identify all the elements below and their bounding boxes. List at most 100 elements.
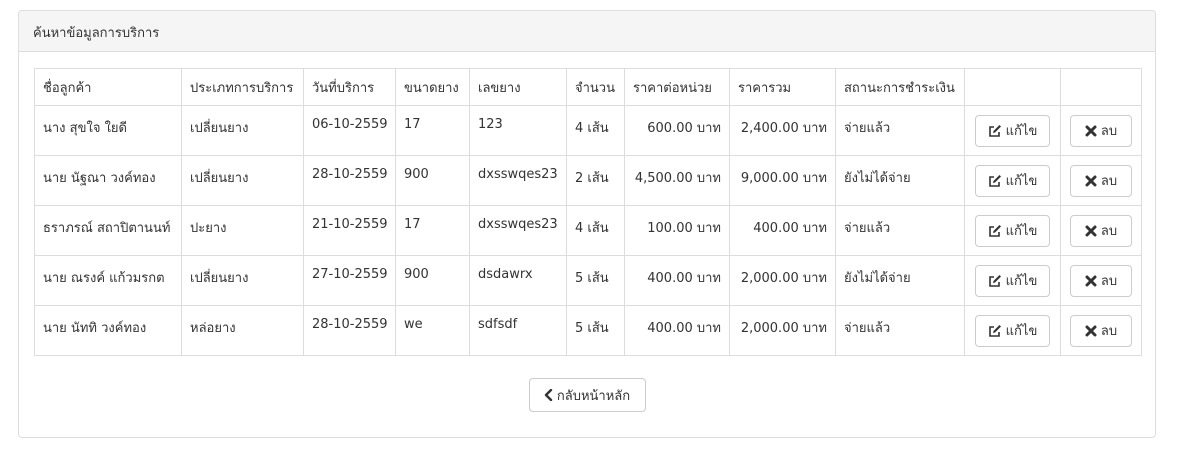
cell-service: ปะยาง bbox=[181, 205, 304, 256]
header-unit-price: ราคาต่อหน่วย bbox=[624, 68, 730, 106]
cell-delete: ลบ bbox=[1060, 305, 1142, 356]
header-service: ประเภทการบริการ bbox=[181, 68, 304, 106]
cell-status: จ่ายแล้ว bbox=[835, 305, 965, 356]
cell-delete: ลบ bbox=[1060, 255, 1142, 306]
cell-edit: แก้ไข bbox=[964, 105, 1061, 156]
cell-service: หล่อยาง bbox=[181, 305, 304, 356]
cell-edit: แก้ไข bbox=[964, 255, 1061, 306]
header-edit bbox=[964, 68, 1061, 106]
delete-button-label: ลบ bbox=[1100, 274, 1118, 289]
cell-unit-price: 100.00 บาท bbox=[624, 205, 730, 256]
cell-total: 2,000.00 บาท bbox=[729, 305, 836, 356]
edit-button[interactable]: แก้ไข bbox=[975, 214, 1050, 247]
cell-qty: 5 เส้น bbox=[566, 305, 625, 356]
cell-delete: ลบ bbox=[1060, 155, 1142, 206]
cell-status: จ่ายแล้ว bbox=[835, 205, 965, 256]
cell-service: เปลี่ยนยาง bbox=[181, 155, 304, 206]
delete-button[interactable]: ลบ bbox=[1070, 214, 1132, 247]
cell-status: ยังไม่ได้จ่าย bbox=[835, 255, 965, 306]
cell-tire-no: 123 bbox=[469, 105, 567, 156]
header-delete bbox=[1060, 68, 1142, 106]
delete-button[interactable]: ลบ bbox=[1070, 114, 1132, 147]
cell-tire-no: dxsswqes23 bbox=[469, 205, 567, 256]
edit-button[interactable]: แก้ไข bbox=[975, 164, 1050, 197]
back-button-label: กลับหน้าหลัก bbox=[556, 388, 631, 404]
cell-date: 06-10-2559 bbox=[303, 105, 396, 156]
header-tire-no: เลขยาง bbox=[469, 68, 567, 106]
cell-qty: 4 เส้น bbox=[566, 105, 625, 156]
edit-icon bbox=[988, 324, 1002, 338]
cell-edit: แก้ไข bbox=[964, 155, 1061, 206]
cell-total: 2,000.00 บาท bbox=[729, 255, 836, 306]
cell-unit-price: 400.00 บาท bbox=[624, 305, 730, 356]
cell-total: 9,000.00 บาท bbox=[729, 155, 836, 206]
cell-tire-no: dsdawrx bbox=[469, 255, 567, 306]
delete-button-label: ลบ bbox=[1100, 124, 1118, 139]
edit-icon bbox=[988, 224, 1002, 238]
delete-button-label: ลบ bbox=[1100, 224, 1118, 239]
table-header-row: ชื่อลูกค้า ประเภทการบริการ วันที่บริการ … bbox=[34, 68, 1142, 106]
cell-tire-no: sdfsdf bbox=[469, 305, 567, 356]
cell-tire-no: dxsswqes23 bbox=[469, 155, 567, 206]
cell-service: เปลี่ยนยาง bbox=[181, 255, 304, 306]
cell-unit-price: 4,500.00 บาท bbox=[624, 155, 730, 206]
table-row: นาย นัททิ วงค์ทอง หล่อยาง 28-10-2559 we sdfs… bbox=[34, 305, 1142, 356]
cell-date: 27-10-2559 bbox=[303, 255, 396, 306]
header-qty: จำนวน bbox=[566, 68, 625, 106]
cell-qty: 4 เส้น bbox=[566, 205, 625, 256]
table-row: นาง สุขใจ ใยดี เปลี่ยนยาง 06-10-2559 17 123 4… bbox=[34, 105, 1142, 156]
x-icon bbox=[1085, 125, 1097, 137]
header-customer: ชื่อลูกค้า bbox=[34, 68, 182, 106]
x-icon bbox=[1085, 325, 1097, 337]
header-total: ราคารวม bbox=[729, 68, 836, 106]
service-panel: ค้นหาข้อมูลการบริการ ชื่อลูกค้า ประเภทกา… bbox=[18, 10, 1156, 438]
delete-button-label: ลบ bbox=[1100, 174, 1118, 189]
cell-status: จ่ายแล้ว bbox=[835, 105, 965, 156]
x-icon bbox=[1085, 225, 1097, 237]
x-icon bbox=[1085, 275, 1097, 287]
cell-size: we bbox=[395, 305, 470, 356]
delete-button[interactable]: ลบ bbox=[1070, 314, 1132, 347]
cell-edit: แก้ไข bbox=[964, 305, 1061, 356]
cell-size: 900 bbox=[395, 155, 470, 206]
edit-icon bbox=[988, 274, 1002, 288]
cell-qty: 5 เส้น bbox=[566, 255, 625, 306]
cell-unit-price: 400.00 บาท bbox=[624, 255, 730, 306]
chevron-left-icon bbox=[544, 389, 553, 401]
cell-date: 28-10-2559 bbox=[303, 305, 396, 356]
cell-customer: นาง สุขใจ ใยดี bbox=[34, 105, 182, 156]
table-row: ธราภรณ์ สถาปิตานนท์ ปะยาง 21-10-2559 17 dxss… bbox=[34, 205, 1142, 256]
cell-date: 21-10-2559 bbox=[303, 205, 396, 256]
cell-size: 17 bbox=[395, 105, 470, 156]
edit-button[interactable]: แก้ไข bbox=[975, 314, 1050, 347]
table-row: นาย ณรงค์ แก้วมรกต เปลี่ยนยาง 27-10-2559 90… bbox=[34, 255, 1142, 306]
back-button[interactable]: กลับหน้าหลัก bbox=[528, 378, 646, 412]
cell-service: เปลี่ยนยาง bbox=[181, 105, 304, 156]
cell-total: 400.00 บาท bbox=[729, 205, 836, 256]
cell-date: 28-10-2559 bbox=[303, 155, 396, 206]
cell-delete: ลบ bbox=[1060, 105, 1142, 156]
header-status: สถานะการชำระเงิน bbox=[835, 68, 965, 106]
delete-button-label: ลบ bbox=[1100, 324, 1118, 339]
edit-button-label: แก้ไข bbox=[1005, 324, 1038, 339]
edit-button[interactable]: แก้ไข bbox=[975, 264, 1050, 297]
cell-delete: ลบ bbox=[1060, 205, 1142, 256]
edit-button-label: แก้ไข bbox=[1005, 224, 1038, 239]
edit-icon bbox=[988, 124, 1002, 138]
cell-edit: แก้ไข bbox=[964, 205, 1061, 256]
cell-total: 2,400.00 บาท bbox=[729, 105, 836, 156]
cell-unit-price: 600.00 บาท bbox=[624, 105, 730, 156]
delete-button[interactable]: ลบ bbox=[1070, 264, 1132, 297]
cell-qty: 2 เส้น bbox=[566, 155, 625, 206]
cell-customer: นาย ณรงค์ แก้วมรกต bbox=[34, 255, 182, 306]
cell-status: ยังไม่ได้จ่าย bbox=[835, 155, 965, 206]
edit-button[interactable]: แก้ไข bbox=[975, 114, 1050, 147]
cell-customer: ธราภรณ์ สถาปิตานนท์ bbox=[34, 205, 182, 256]
header-size: ขนาดยาง bbox=[395, 68, 470, 106]
table-row: นาย นัฐณา วงค์ทอง เปลี่ยนยาง 28-10-2559 900… bbox=[34, 155, 1142, 206]
delete-button[interactable]: ลบ bbox=[1070, 164, 1132, 197]
back-wrap: กลับหน้าหลัก bbox=[34, 378, 1140, 412]
panel-body: ชื่อลูกค้า ประเภทการบริการ วันที่บริการ … bbox=[19, 52, 1155, 427]
cell-size: 17 bbox=[395, 205, 470, 256]
panel-title: ค้นหาข้อมูลการบริการ bbox=[19, 11, 1155, 52]
